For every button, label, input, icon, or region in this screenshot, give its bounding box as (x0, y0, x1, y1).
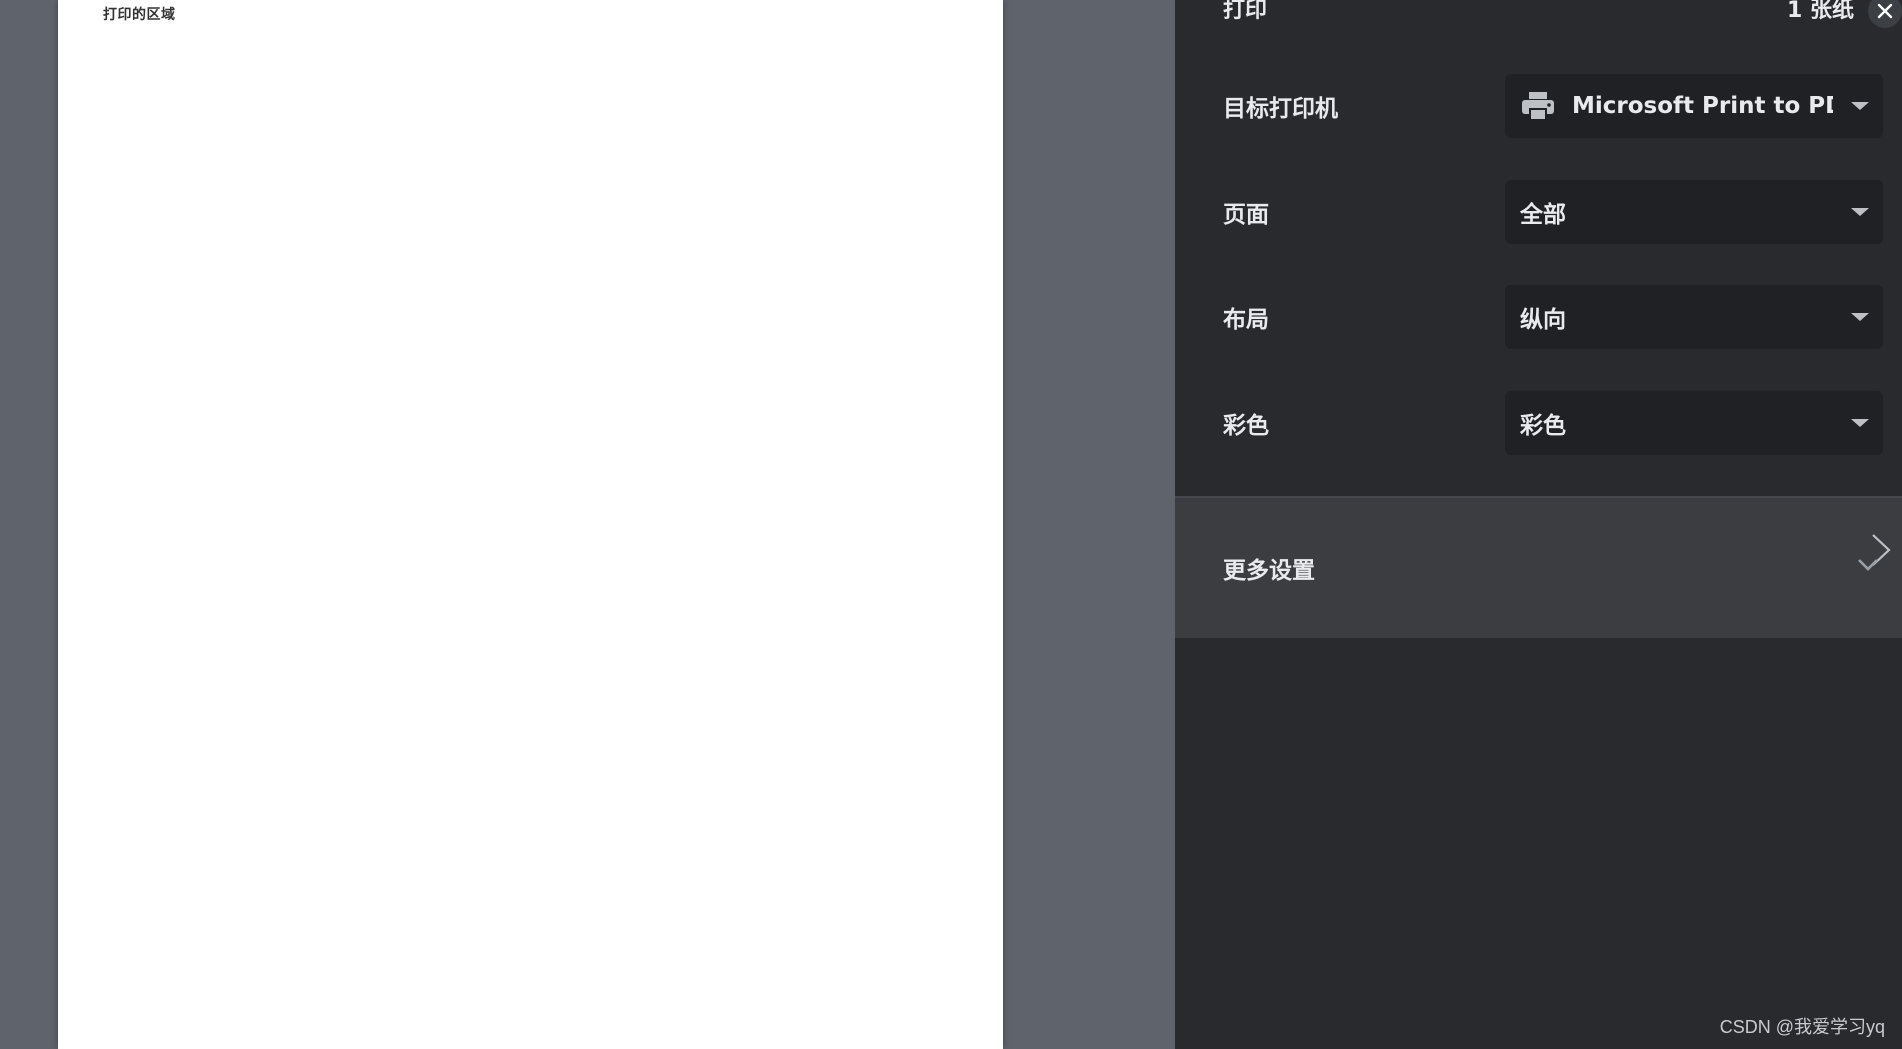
setting-row-layout: 布局 纵向 (1223, 285, 1883, 349)
printer-select[interactable]: Microsoft Print to PDF (1505, 74, 1883, 138)
layout-value: 纵向 (1520, 307, 1566, 333)
sheet-count: 1 张纸 (1787, 0, 1854, 23)
close-button[interactable] (1868, 0, 1902, 28)
chevron-down-icon (1851, 313, 1869, 321)
setting-row-pages: 页面 全部 (1223, 180, 1883, 244)
sidebar-header: 打印 1 张纸 (1223, 0, 1882, 24)
color-value: 彩色 (1520, 413, 1566, 439)
printer-value: Microsoft Print to PDF (1572, 93, 1833, 119)
printer-icon (1520, 90, 1556, 122)
chevron-down-icon (1851, 208, 1869, 216)
print-settings-sidebar: 打印 1 张纸 目标打印机 Microsoft Print to PDF 页面 … (1175, 0, 1902, 1049)
more-settings-label: 更多设置 (1223, 558, 1315, 584)
setting-row-color: 彩色 彩色 (1223, 391, 1883, 455)
color-select[interactable]: 彩色 (1505, 391, 1883, 455)
more-settings-toggle[interactable]: 更多设置 (1175, 496, 1902, 638)
watermark-text: CSDN @我爱学习yq (1719, 1017, 1885, 1037)
pages-value: 全部 (1520, 202, 1566, 228)
printer-label: 目标打印机 (1223, 96, 1338, 122)
setting-row-printer: 目标打印机 Microsoft Print to PDF (1223, 74, 1883, 138)
print-preview-area: 打印的区域 (0, 0, 1175, 1049)
chevron-down-icon (1858, 559, 1878, 571)
preview-page-text: 打印的区域 (103, 7, 176, 23)
layout-select[interactable]: 纵向 (1505, 285, 1883, 349)
close-icon (1877, 3, 1893, 19)
pages-select[interactable]: 全部 (1505, 180, 1883, 244)
color-label: 彩色 (1223, 413, 1269, 439)
chevron-down-icon (1851, 102, 1869, 110)
preview-page: 打印的区域 (58, 0, 1003, 1049)
chevron-down-icon (1851, 419, 1869, 427)
pages-label: 页面 (1223, 202, 1269, 228)
print-dialog: 打印的区域 打印 1 张纸 目标打印机 Microsoft Print to P… (0, 0, 1902, 1049)
layout-label: 布局 (1223, 307, 1269, 333)
print-title: 打印 (1223, 0, 1268, 23)
